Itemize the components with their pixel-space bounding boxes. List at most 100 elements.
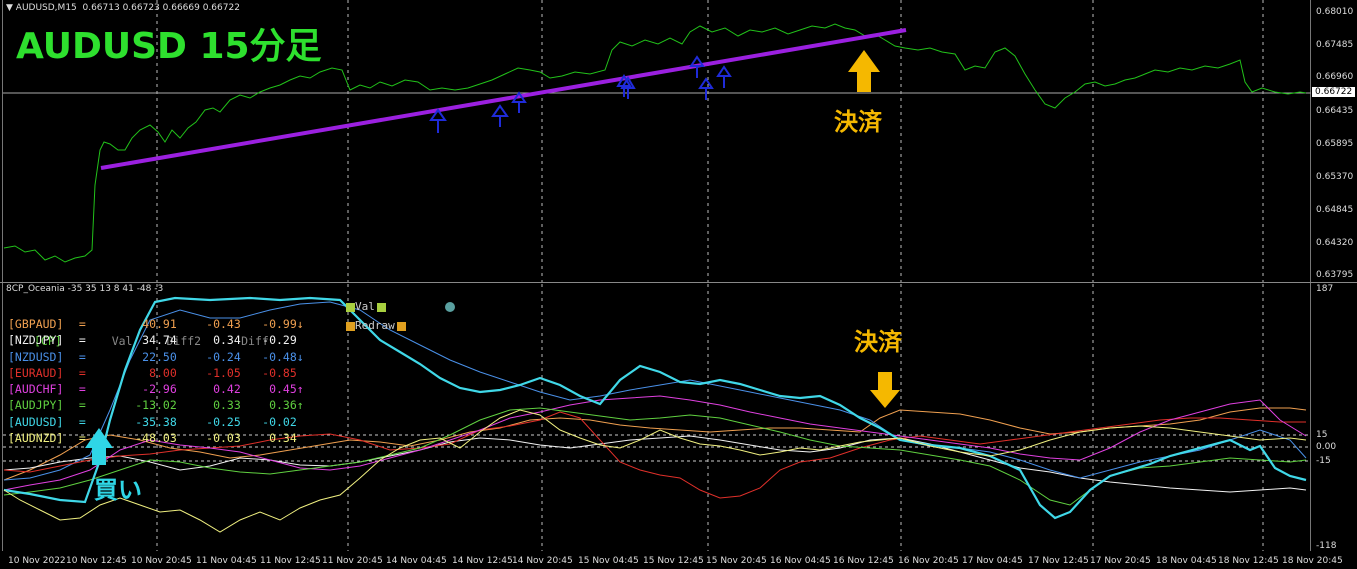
legend-redraw-label: Redraw — [355, 319, 395, 332]
vertical-grid — [156, 0, 1264, 282]
indicator-tick: 187 — [1316, 284, 1334, 294]
price-tick: 0.66960 — [1316, 72, 1354, 82]
time-tick: 18 Nov 04:45 — [1156, 556, 1217, 566]
indicator-tick: -15 — [1316, 456, 1331, 466]
price-tick: 0.64320 — [1316, 238, 1354, 248]
row-arrow: ↓ — [296, 317, 304, 331]
row-pair: [AUDNZD] — [8, 431, 64, 446]
time-tick: 16 Nov 04:45 — [770, 556, 831, 566]
equals-sign: = — [72, 431, 93, 446]
time-tick: 11 Nov 20:45 — [322, 556, 383, 566]
table-row: [EURAUD] = 8.00 -1.05 -0.85 — [8, 365, 304, 381]
row-pair: [NZDJPY] — [8, 333, 64, 348]
row-pair: [AUDUSD] — [8, 414, 64, 429]
time-tick: 17 Nov 04:45 — [962, 556, 1023, 566]
time-tick: 15 Nov 12:45 — [643, 556, 704, 566]
row-diff2: 0.34 — [213, 333, 241, 348]
row-val: -35.38 — [135, 414, 177, 429]
table-row: [AUDUSD] = -35.38 -0.25 -0.02 — [8, 414, 304, 430]
time-tick: 11 Nov 04:45 — [196, 556, 257, 566]
price-tick: 0.67485 — [1316, 40, 1354, 50]
row-val: -48.03 — [135, 431, 177, 446]
row-pair: [GBPAUD] — [8, 317, 64, 331]
time-tick: 16 Nov 12:45 — [833, 556, 894, 566]
indicator-tick: -118 — [1316, 541, 1337, 551]
table-row: [AUDNZD] = -48.03 -0.03 0.34 — [8, 430, 304, 446]
price-tick: 0.64845 — [1316, 205, 1354, 215]
row-pair: [AUDJPY] — [8, 398, 64, 413]
row-diff: -0.85 — [262, 365, 297, 380]
row-diff: -0.02 — [262, 414, 297, 429]
row-val: 40.91 — [142, 317, 177, 331]
time-tick: 15 Nov 04:45 — [578, 556, 639, 566]
price-tick: 0.65895 — [1316, 139, 1354, 149]
row-val: -13.02 — [135, 398, 177, 413]
time-tick: 10 Nov 12:45 — [66, 556, 127, 566]
up-arrow-icon — [491, 104, 509, 127]
row-arrow: ↓ — [296, 349, 304, 364]
row-diff2: 0.42 — [213, 382, 241, 397]
table-row: [AUDCHF] = -2.96 0.42 0.45↑ — [8, 381, 304, 397]
legend-val-label: Val — [355, 300, 375, 313]
indicator-header: 8CP_Oceania -35 35 13 8 41 -48 -3 — [6, 284, 164, 294]
row-val: -2.96 — [142, 382, 177, 397]
price-tick: 0.65370 — [1316, 172, 1354, 182]
row-diff2: -0.25 — [206, 414, 241, 429]
time-tick: 10 Nov 2022 — [8, 556, 66, 566]
indicator-tick: 15 — [1316, 430, 1328, 440]
row-diff: 0.34 — [269, 431, 297, 446]
price-chart-pane[interactable]: ▼ AUDUSD,M15 0.66713 0.66723 0.66669 0.6… — [0, 0, 1357, 283]
indicator-close-label: 決済 — [854, 328, 902, 356]
equals-sign: = — [72, 398, 93, 413]
row-pair: [EURAUD] — [8, 365, 64, 380]
row-diff2: 0.33 — [213, 398, 241, 413]
time-tick: 10 Nov 20:45 — [131, 556, 192, 566]
time-tick: 11 Nov 12:45 — [260, 556, 321, 566]
row-val: 8.00 — [149, 365, 177, 380]
row-val: 34.74 — [142, 333, 177, 348]
time-tick: 17 Nov 20:45 — [1090, 556, 1151, 566]
row-diff2: -0.43 — [206, 317, 241, 331]
equals-sign: = — [72, 333, 93, 348]
price-tick: 0.63795 — [1316, 270, 1354, 280]
row-arrow: ↑ — [296, 382, 304, 397]
equals-sign: = — [72, 382, 93, 397]
row-diff2: -0.03 — [206, 431, 241, 446]
legend-redraw-swatch-end — [396, 321, 406, 331]
table-row: [NZDJPY] = 34.74 0.34 -0.29 — [8, 332, 304, 348]
row-diff: -0.48 — [262, 349, 297, 364]
equals-sign: = — [72, 317, 93, 331]
row-diff2: -0.24 — [206, 349, 241, 364]
legend-redraw-swatch — [346, 321, 355, 331]
current-price-tag: 0.66722 — [1312, 87, 1356, 97]
row-val: 22.50 — [142, 349, 177, 364]
time-tick: 18 Nov 12:45 — [1218, 556, 1279, 566]
time-tick: 14 Nov 20:45 — [512, 556, 573, 566]
row-pair: [AUDCHF] — [8, 382, 64, 397]
table-row: [GBPAUD] = 40.91 -0.43 -0.99↓ — [8, 316, 304, 332]
time-tick: 16 Nov 20:45 — [898, 556, 959, 566]
time-tick: 14 Nov 12:45 — [452, 556, 513, 566]
price-tick: 0.66435 — [1316, 106, 1354, 116]
table-row: [AUDJPY] = -13.02 0.33 0.36↑ — [8, 397, 304, 413]
row-pair: [NZDUSD] — [8, 349, 64, 364]
time-tick: 18 Nov 20:45 — [1282, 556, 1343, 566]
strength-rows: [GBPAUD] = 40.91 -0.43 -0.99↓ [NZDJPY] = 34… — [8, 316, 304, 446]
legend-val-swatch — [346, 302, 355, 312]
table-row: [NZDUSD] = 22.50 -0.24 -0.48↓ — [8, 349, 304, 365]
up-arrow-icon — [716, 65, 732, 88]
row-diff: -0.29 — [262, 333, 297, 348]
row-diff: 0.36 — [269, 398, 297, 413]
up-arrow-icon — [429, 108, 447, 133]
row-arrow: ↑ — [296, 398, 304, 413]
close-up-arrow-icon — [848, 50, 880, 92]
chart-header: ▼ AUDUSD,M15 0.66713 0.66723 0.66669 0.6… — [6, 3, 240, 13]
row-diff: -0.99 — [262, 317, 297, 331]
legend-redraw: Redraw — [346, 319, 406, 332]
legend-val: Val — [346, 300, 386, 313]
chart-title-overlay: AUDUSD 15分足 — [16, 26, 322, 67]
equals-sign: = — [72, 414, 93, 429]
price-tick: 0.68010 — [1316, 7, 1354, 17]
up-arrow-icon — [698, 77, 714, 100]
row-diff: 0.45 — [269, 382, 297, 397]
